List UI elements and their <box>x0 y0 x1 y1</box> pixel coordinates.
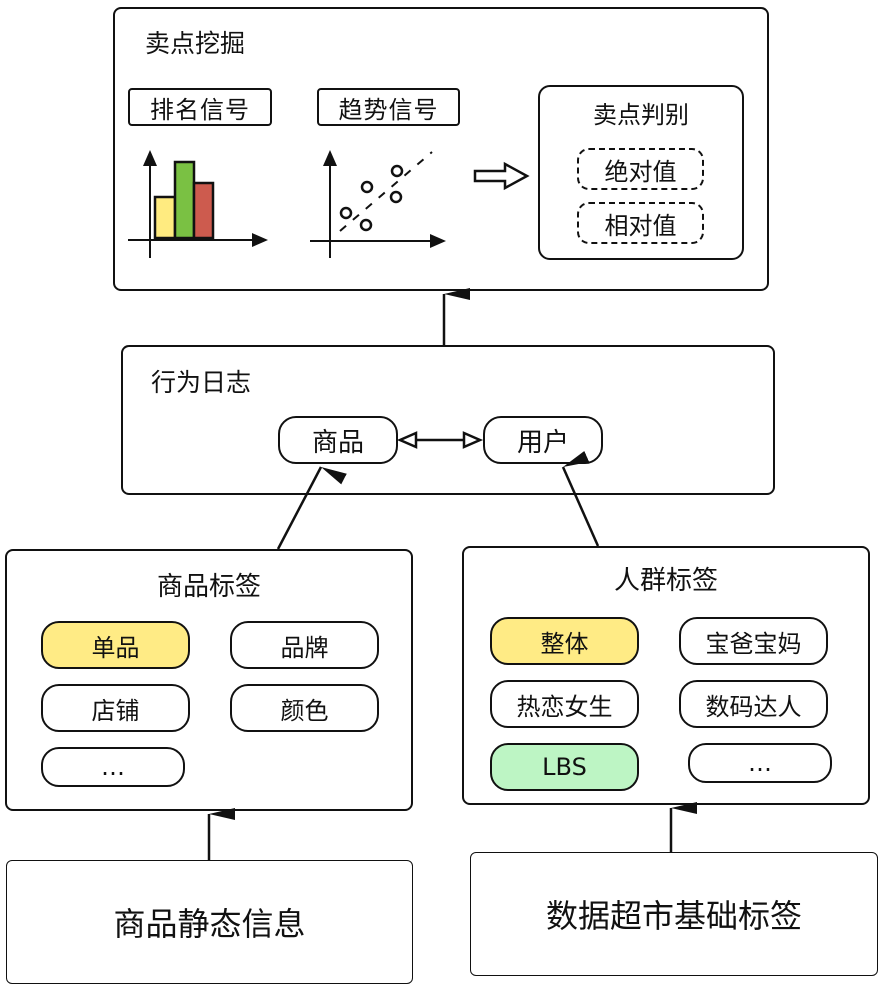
data-market-base-tags-box: 数据超市基础标签 <box>470 852 878 976</box>
relative-value-item: 相对值 <box>577 202 704 244</box>
selling-point-judge-title: 卖点判别 <box>593 101 689 129</box>
crowd-tag-digital-experts[interactable]: 数码达人 <box>679 680 828 728</box>
product-tag-color[interactable]: 颜色 <box>230 684 379 732</box>
crowd-tag-lbs[interactable]: LBS <box>490 743 639 791</box>
product-static-info-box: 商品静态信息 <box>6 860 413 984</box>
crowd-tags-title: 人群标签 <box>613 566 718 596</box>
rank-signal-label: 排名信号 <box>128 88 272 126</box>
crowd-tag-parents[interactable]: 宝爸宝妈 <box>679 617 828 665</box>
crowd-tag-more[interactable]: … <box>688 743 832 783</box>
behavior-log-panel: 行为日志 <box>121 345 775 495</box>
trend-signal-label: 趋势信号 <box>317 88 460 126</box>
product-tag-more[interactable]: … <box>41 747 185 787</box>
product-tag-brand[interactable]: 品牌 <box>230 621 379 669</box>
user-node: 用户 <box>483 416 603 464</box>
product-node: 商品 <box>278 416 398 464</box>
product-static-info-label: 商品静态信息 <box>113 905 306 943</box>
behavior-log-title: 行为日志 <box>151 368 252 397</box>
selling-point-mining-title: 卖点挖掘 <box>145 29 246 58</box>
product-tag-single-item[interactable]: 单品 <box>41 621 190 669</box>
crowd-tag-overall[interactable]: 整体 <box>490 617 639 665</box>
product-tags-title: 商品标签 <box>156 572 261 602</box>
data-market-base-tags-label: 数据超市基础标签 <box>545 897 802 935</box>
absolute-value-item: 绝对值 <box>577 148 704 190</box>
crowd-tag-girls-in-love[interactable]: 热恋女生 <box>490 680 639 728</box>
product-tag-store[interactable]: 店铺 <box>41 684 190 732</box>
